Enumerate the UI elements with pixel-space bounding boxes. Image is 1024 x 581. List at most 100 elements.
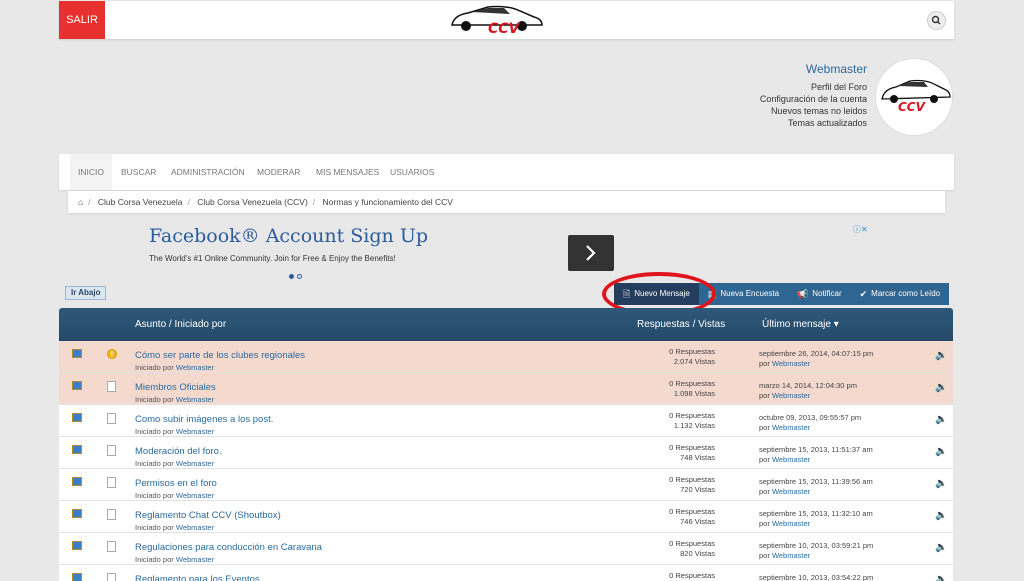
last-post: septiembre 15, 2013, 11:39:56 am por Webm…	[759, 477, 873, 496]
topic-table: Asunto / Iniciado por Respuestas / Vista…	[59, 308, 953, 581]
table-row[interactable]: Regulaciones para conducción en Caravana…	[59, 533, 953, 565]
user-panel: Webmaster Perfil del Foro Configuración …	[667, 62, 867, 129]
topic-type-icon	[72, 349, 82, 358]
topic-title[interactable]: Regulaciones para conducción en Caravana	[135, 542, 322, 553]
last-post: septiembre 15, 2013, 11:32:10 am por Webm…	[759, 509, 873, 528]
speaker-icon[interactable]: 🔈	[935, 574, 947, 581]
speaker-icon[interactable]: 🔈	[935, 414, 947, 425]
speaker-icon[interactable]: 🔈	[935, 382, 947, 393]
breadcrumb-item[interactable]: Club Corsa Venezuela	[98, 197, 183, 207]
speaker-icon[interactable]: 🔈	[935, 542, 947, 553]
topic-title[interactable]: Reglamento Chat CCV (Shoutbox)	[135, 510, 281, 521]
topic-stats: 0 Respuestas 746 Vistas	[669, 507, 715, 526]
account-settings-link[interactable]: Configuración de la cuenta	[667, 93, 867, 105]
nav-buscar[interactable]: BUSCAR	[113, 154, 164, 190]
breadcrumb-item[interactable]: Club Corsa Venezuela (CCV)	[197, 197, 308, 207]
ad-dot[interactable]	[297, 274, 302, 279]
author-link[interactable]: Webmaster	[176, 427, 214, 436]
breadcrumb-item[interactable]: Normas y funcionamiento del CCV	[323, 197, 453, 207]
author-link[interactable]: Webmaster	[176, 491, 214, 500]
nav-usuarios[interactable]: USUARIOS	[382, 154, 442, 190]
document-icon	[107, 541, 116, 552]
speaker-icon[interactable]: 🔈	[935, 350, 947, 361]
notify-button[interactable]: 📢 Notificar	[788, 283, 851, 305]
document-icon	[107, 413, 116, 424]
nav-inicio[interactable]: INICIO	[70, 154, 112, 190]
last-author-link[interactable]: Webmaster	[772, 487, 810, 496]
warning-icon: !	[107, 349, 117, 359]
ad-banner[interactable]: Facebook® Account Sign Up The World's #1…	[140, 222, 880, 280]
last-author-link[interactable]: Webmaster	[772, 391, 810, 400]
last-author-link[interactable]: Webmaster	[772, 423, 810, 432]
username[interactable]: Webmaster	[667, 62, 867, 76]
last-post: septiembre 10, 2013, 03:59:21 pm por Webm…	[759, 541, 874, 560]
new-poll-label: Nueva Encuesta	[720, 289, 780, 298]
go-down-button[interactable]: Ir Abajo	[65, 286, 107, 300]
topic-stats: 0 Respuestas 1.132 Vistas	[669, 411, 715, 430]
profile-link[interactable]: Perfil del Foro	[667, 81, 867, 93]
last-post: marzo 14, 2014, 12:04:30 pm por Webmaster	[759, 381, 857, 400]
topic-title[interactable]: Reglamento para los Eventos	[135, 574, 260, 581]
updated-topics-link[interactable]: Temas actualizados	[667, 117, 867, 129]
topic-type-icon	[72, 477, 82, 486]
document-icon	[107, 573, 116, 581]
breadcrumb: ⌂ / Club Corsa Venezuela / Club Corsa Vene…	[68, 191, 945, 213]
author-link[interactable]: Webmaster	[176, 459, 214, 468]
ad-pagination	[289, 271, 305, 281]
speaker-icon[interactable]: 🔈	[935, 446, 947, 457]
author-link[interactable]: Webmaster	[176, 395, 214, 404]
main-nav: INICIO BUSCAR ADMINISTRACIÓN MODERAR MIS…	[59, 154, 954, 190]
document-icon	[107, 477, 116, 488]
mark-read-button[interactable]: ✔ Marcar como Leído	[850, 283, 950, 305]
nav-mis-mensajes[interactable]: MIS MENSAJES	[308, 154, 387, 190]
author-link[interactable]: Webmaster	[176, 363, 214, 372]
last-post: septiembre 10, 2013, 03:54:22 pmpor Webm…	[759, 573, 874, 581]
nav-administracion[interactable]: ADMINISTRACIÓN	[163, 154, 253, 190]
avatar[interactable]: CCV	[875, 58, 953, 136]
last-author-link[interactable]: Webmaster	[772, 551, 810, 560]
topic-title[interactable]: Como subir imágenes a los post.	[135, 414, 273, 425]
table-row[interactable]: Miembros Oficiales Iniciado por Webmaste…	[59, 373, 953, 405]
search-icon[interactable]	[927, 11, 946, 30]
speaker-icon[interactable]: 🔈	[935, 510, 947, 521]
topic-type-icon	[72, 413, 82, 422]
topic-title[interactable]: Cómo ser parte de los clubes regionales	[135, 350, 305, 361]
ad-choices-icon[interactable]: ⓘ✕	[853, 224, 873, 234]
last-author-link[interactable]: Webmaster	[772, 455, 810, 464]
home-icon[interactable]: ⌂	[78, 197, 83, 207]
table-row[interactable]: Reglamento Chat CCV (Shoutbox) Iniciado …	[59, 501, 953, 533]
topic-title[interactable]: Moderación del foro.	[135, 446, 222, 457]
ad-dot[interactable]	[289, 274, 294, 279]
last-post: octubre 09, 2013, 09:55:57 pm por Webmast…	[759, 413, 862, 432]
topic-starter: Iniciado por Webmaster	[135, 459, 215, 468]
chevron-right-icon[interactable]	[568, 235, 614, 271]
unread-topics-link[interactable]: Nuevos temas no leidos	[667, 105, 867, 117]
topic-title[interactable]: Miembros Oficiales	[135, 382, 216, 393]
topic-type-icon	[72, 573, 82, 581]
topic-starter: Iniciado por Webmaster	[135, 491, 215, 500]
logout-button[interactable]: SALIR	[59, 1, 105, 39]
last-author-link[interactable]: Webmaster	[772, 359, 810, 368]
topic-stats: 0 Respuestas 820 Vistas	[669, 539, 715, 558]
table-row[interactable]: Reglamento para los Eventos Iniciado por…	[59, 565, 953, 581]
site-logo[interactable]: CCV	[448, 3, 566, 37]
col-subject[interactable]: Asunto / Iniciado por	[135, 319, 226, 330]
author-link[interactable]: Webmaster	[176, 523, 214, 532]
table-header: Asunto / Iniciado por Respuestas / Vista…	[59, 308, 953, 341]
nav-moderar[interactable]: MODERAR	[249, 154, 308, 190]
table-row[interactable]: Como subir imágenes a los post. Iniciado…	[59, 405, 953, 437]
ad-title[interactable]: Facebook® Account Sign Up	[149, 225, 428, 247]
author-link[interactable]: Webmaster	[176, 555, 214, 564]
ad-subtitle: The World's #1 Online Community. Join fo…	[149, 254, 396, 263]
speaker-icon[interactable]: 🔈	[935, 478, 947, 489]
topic-type-icon	[72, 541, 82, 550]
topic-stats: 0 Respuestas 720 Vistas	[669, 475, 715, 494]
col-stats[interactable]: Respuestas / Vistas	[637, 319, 725, 330]
last-author-link[interactable]: Webmaster	[772, 519, 810, 528]
table-row[interactable]: ! Cómo ser parte de los clubes regionale…	[59, 341, 953, 373]
topic-title[interactable]: Permisos en el foro	[135, 478, 217, 489]
table-row[interactable]: Moderación del foro. Iniciado por Webmas…	[59, 437, 953, 469]
table-row[interactable]: Permisos en el foro Iniciado por Webmast…	[59, 469, 953, 501]
col-last-post[interactable]: Último mensaje ▾	[762, 319, 839, 330]
last-post: septiembre 15, 2013, 11:51:37 am por Webm…	[759, 445, 873, 464]
